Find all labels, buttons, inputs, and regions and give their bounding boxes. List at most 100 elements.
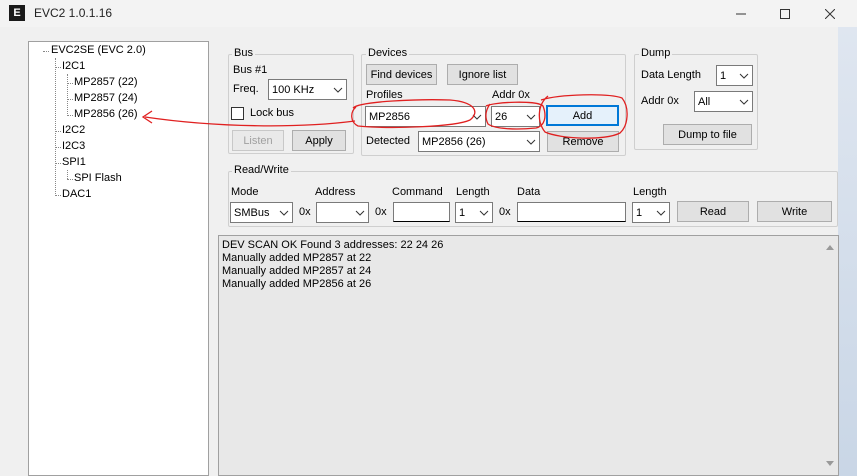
tree-item-i2c1[interactable]: I2C1 [62,60,85,72]
log-scrollbar[interactable] [822,236,838,475]
dump-addr-value: All [698,95,711,108]
command-prefix: 0x [375,206,387,218]
addr-label: Addr 0x [492,89,530,101]
chevron-down-icon [526,139,536,145]
length-value: 1 [459,206,466,219]
minimize-button[interactable] [718,0,764,27]
chevron-down-icon [739,73,749,79]
maximize-icon [780,8,790,19]
app-icon: E [9,5,25,21]
chevron-down-icon [739,99,749,105]
length2-label: Length [633,186,667,198]
freq-select[interactable]: 100 KHz [268,79,347,100]
remove-button[interactable]: Remove [547,131,619,152]
tree-item-i2c3[interactable]: I2C3 [62,140,85,152]
tree-item-device[interactable]: MP2857 (24) [74,92,138,104]
chevron-down-icon [472,114,482,120]
chevron-down-icon [479,210,489,216]
length2-value: 1 [636,206,643,219]
data-prefix: 0x [499,206,511,218]
data-label: Data [517,186,541,198]
command-input[interactable] [393,202,450,222]
tree-connector [55,195,61,196]
tree-connector [55,163,61,164]
length-select[interactable]: 1 [455,202,493,223]
tree-connector [67,179,73,180]
profiles-label: Profiles [366,89,403,101]
title-bar: E EVC2 1.0.1.16 [0,0,857,27]
find-devices-button[interactable]: Find devices [366,64,437,85]
listen-button[interactable]: Listen [232,130,284,151]
scroll-up-icon[interactable] [822,239,838,255]
freq-label: Freq. [233,83,259,95]
chevron-down-icon [355,210,365,216]
tree-connector [67,170,68,179]
detected-select[interactable]: MP2856 (26) [418,131,540,152]
tree-connector [67,83,73,84]
tree-connector [67,99,73,100]
dump-to-file-button[interactable]: Dump to file [663,124,752,145]
write-button[interactable]: Write [757,201,832,222]
address-select[interactable] [316,202,369,223]
dump-group-label: Dump [639,47,673,59]
data-length-select[interactable]: 1 [716,65,753,86]
log-line: Manually added MP2857 at 24 [222,265,372,277]
command-label: Command [392,186,443,198]
chevron-down-icon [333,87,343,93]
desktop-background [838,27,857,476]
tree-item-root[interactable]: EVC2SE (EVC 2.0) [51,44,146,56]
length2-select[interactable]: 1 [632,202,670,223]
tree-connector [55,147,61,148]
tree-item-dac1[interactable]: DAC1 [62,188,91,200]
addr-select[interactable]: 26 [491,106,540,127]
chevron-down-icon [526,114,536,120]
tree-connector [55,67,61,68]
readwrite-group-label: Read/Write [232,164,291,176]
tree-item-device[interactable]: MP2857 (22) [74,76,138,88]
ignore-list-button[interactable]: Ignore list [447,64,518,85]
lock-bus-label: Lock bus [250,107,295,119]
address-prefix: 0x [299,206,311,218]
profile-select[interactable]: MP2856 [365,106,486,127]
log-output[interactable]: DEV SCAN OK Found 3 addresses: 22 24 26 … [218,235,839,476]
tree-item-spi-flash[interactable]: SPI Flash [74,172,122,184]
tree-item-i2c2[interactable]: I2C2 [62,124,85,136]
bus-group-label: Bus [232,47,255,59]
data-input[interactable] [517,202,626,222]
lock-bus-checkbox[interactable] [231,107,244,120]
freq-value: 100 KHz [272,83,315,96]
close-icon [825,8,835,19]
add-button[interactable]: Add [546,105,619,126]
addr-value: 26 [495,110,508,123]
tree-item-spi1[interactable]: SPI1 [62,156,86,168]
maximize-button[interactable] [762,0,808,27]
dump-addr-select[interactable]: All [694,91,753,112]
bus-name-label: Bus #1 [233,64,268,76]
dump-addr-label: Addr 0x [641,95,679,107]
detected-label: Detected [366,135,411,147]
data-length-value: 1 [720,69,727,82]
tree-connector [67,115,73,116]
length-label: Length [456,186,490,198]
device-tree[interactable]: EVC2SE (EVC 2.0) I2C1 MP2857 (22) MP2857… [28,41,209,476]
scroll-down-icon[interactable] [822,456,838,472]
mode-label: Mode [231,186,259,198]
close-button[interactable] [807,0,853,27]
log-line: Manually added MP2857 at 22 [222,252,372,264]
minimize-icon [736,13,746,14]
mode-value: SMBus [234,206,270,219]
mode-select[interactable]: SMBus [230,202,293,223]
log-line: Manually added MP2856 at 26 [222,278,372,290]
data-length-label: Data Length [641,69,701,81]
devices-group-label: Devices [366,47,410,59]
read-button[interactable]: Read [677,201,749,222]
tree-connector [55,131,61,132]
log-line: DEV SCAN OK Found 3 addresses: 22 24 26 [222,239,444,251]
chevron-down-icon [656,210,666,216]
tree-connector [43,51,49,52]
apply-button[interactable]: Apply [292,130,346,151]
chevron-down-icon [279,210,289,216]
tree-connector [67,74,68,114]
tree-connector [55,58,56,194]
tree-item-device[interactable]: MP2856 (26) [74,108,138,120]
